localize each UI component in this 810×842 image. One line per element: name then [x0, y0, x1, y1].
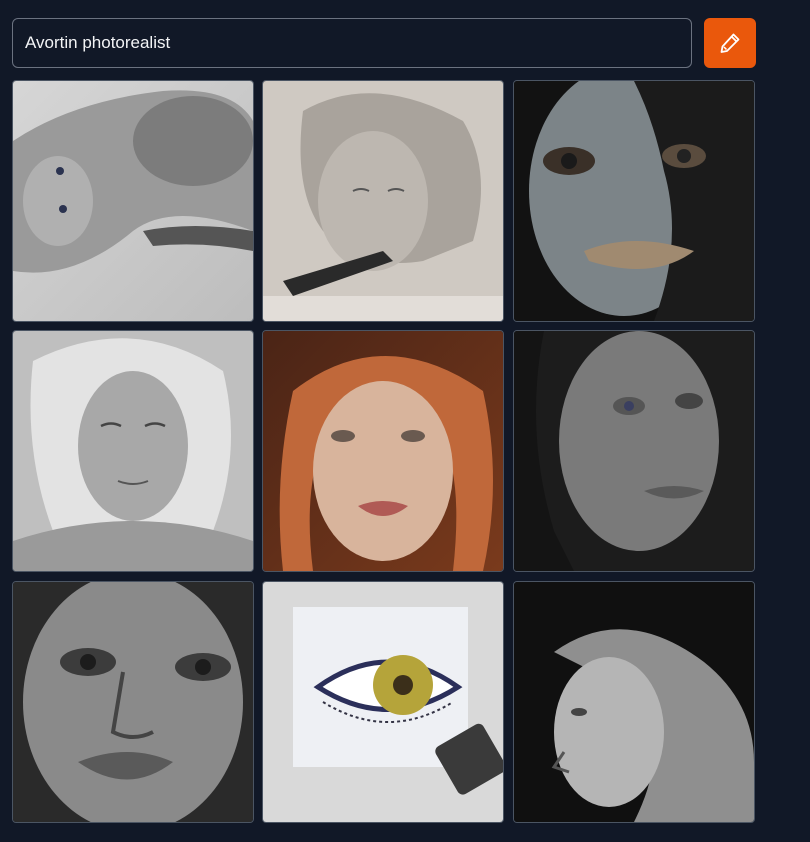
shadowed-face-image	[514, 81, 754, 321]
image-tile[interactable]	[262, 581, 504, 823]
prompt-row: Avortin photorealist	[12, 18, 756, 68]
image-tile[interactable]	[262, 330, 504, 572]
yellow-eye-image	[263, 582, 503, 822]
image-tile[interactable]	[12, 330, 254, 572]
blonde-portrait-image	[13, 331, 253, 571]
image-tile[interactable]	[513, 330, 755, 572]
dark-sketch-image	[514, 331, 754, 571]
pencil-drawing-image	[263, 81, 503, 321]
image-tile[interactable]	[12, 80, 254, 322]
image-tile[interactable]	[12, 581, 254, 823]
close-up-face-image	[13, 582, 253, 822]
pencil-icon	[720, 33, 740, 53]
profile-image	[514, 582, 754, 822]
graphite-figure-image	[13, 81, 253, 321]
redhead-painting-image	[263, 331, 503, 571]
image-tile[interactable]	[262, 80, 504, 322]
prompt-input[interactable]: Avortin photorealist	[12, 18, 692, 68]
image-tile[interactable]	[513, 80, 755, 322]
edit-button[interactable]	[704, 18, 756, 68]
image-tile[interactable]	[513, 581, 755, 823]
